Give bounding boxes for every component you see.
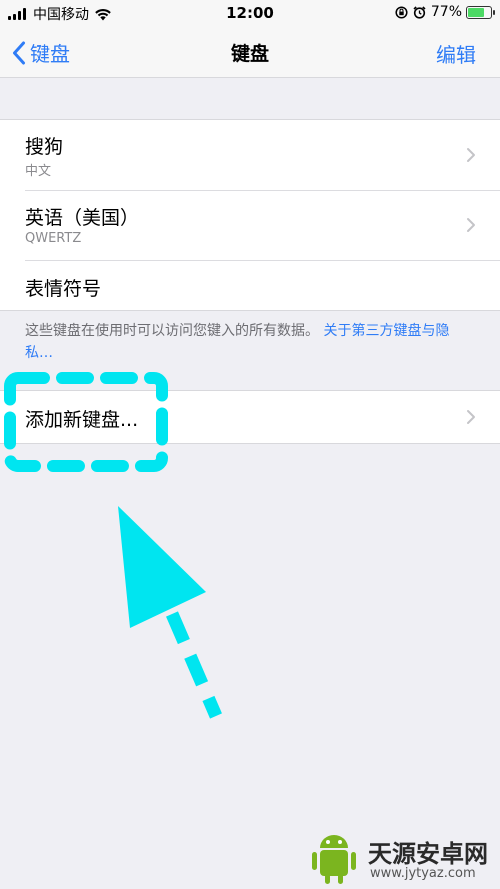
annotation-arrow-icon [118, 506, 206, 628]
watermark: 天源安卓网 www.jytyaz.com [300, 826, 500, 889]
annotation-overlay [4, 372, 222, 719]
watermark-title: 天源安卓网 [368, 840, 488, 868]
android-logo-icon [312, 835, 356, 884]
annotation-arrow-tail [166, 611, 222, 719]
annotation-highlight-box [4, 372, 168, 472]
watermark-url: www.jytyaz.com [370, 866, 476, 881]
